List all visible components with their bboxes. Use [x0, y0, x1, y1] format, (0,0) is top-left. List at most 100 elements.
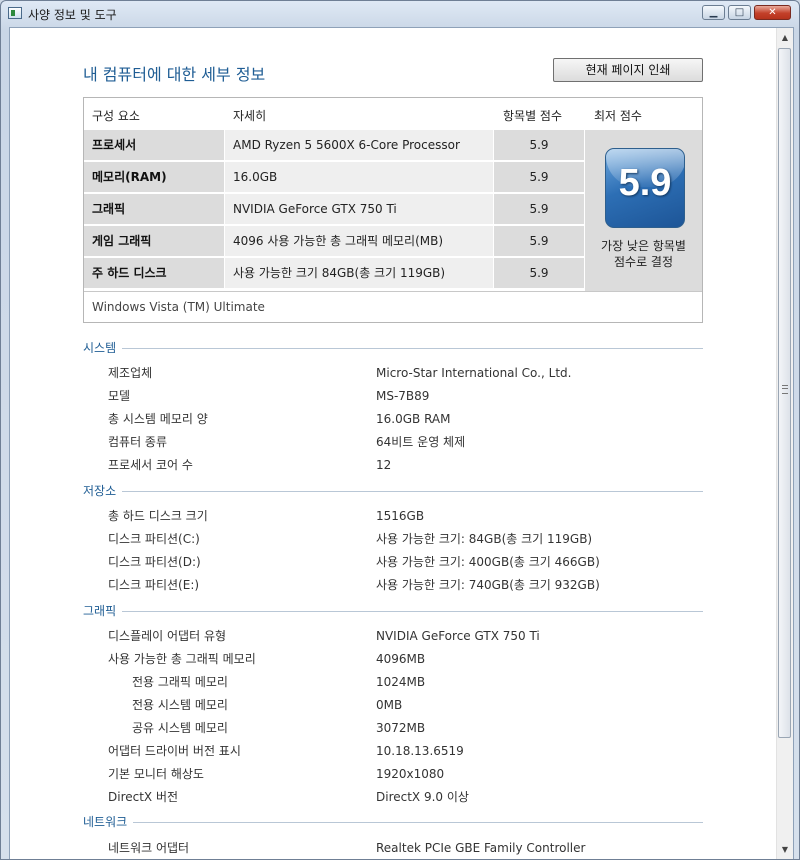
section-header-graphics: 그래픽	[83, 603, 703, 619]
row-component: 메모리(RAM)	[84, 162, 224, 192]
scrollbar-thumb[interactable]	[778, 48, 791, 738]
info-label: 디스플레이 어댑터 유형	[108, 629, 227, 643]
info-row: 컴퓨터 종류 64비트 운영 체제	[108, 433, 708, 451]
row-subscore: 5.9	[494, 194, 584, 224]
info-value: 64비트 운영 체제	[376, 435, 466, 449]
app-icon	[8, 7, 22, 19]
info-label: 모델	[108, 389, 131, 403]
info-label: 사용 가능한 총 그래픽 메모리	[108, 652, 256, 666]
section-header-system: 시스템	[83, 340, 703, 356]
column-header-subscore: 항목별 점수	[503, 109, 563, 123]
page-title: 내 컴퓨터에 대한 세부 정보	[83, 65, 266, 84]
info-row: 디스크 파티션(D:) 사용 가능한 크기: 400GB(총 크기 466GB)	[108, 553, 708, 571]
info-row: 사용 가능한 총 그래픽 메모리 4096MB	[108, 650, 708, 668]
print-page-button[interactable]: 현재 페이지 인쇄	[553, 58, 703, 82]
row-component: 프로세서	[84, 130, 224, 160]
base-score-panel: 5.9 가장 낮은 항목별 점수로 결정	[585, 130, 702, 291]
info-label: 전용 시스템 메모리	[132, 698, 228, 712]
base-score-caption-line1: 가장 낮은 항목별	[601, 239, 686, 253]
score-row: 주 하드 디스크 사용 가능한 크기 84GB(총 크기 119GB) 5.9	[84, 257, 584, 289]
title-bar[interactable]: 사양 정보 및 도구 ▁ □ ✕	[1, 1, 799, 27]
info-value: DirectX 9.0 이상	[376, 790, 469, 804]
info-value: Micro-Star International Co., Ltd.	[376, 366, 572, 380]
minimize-icon: ▁	[709, 7, 718, 18]
client-area: 내 컴퓨터에 대한 세부 정보 현재 페이지 인쇄 구성 요소 자세히 항목별 …	[9, 27, 794, 859]
info-label: 네트워크 어댑터	[108, 841, 190, 855]
info-label: 디스크 파티션(E:)	[108, 578, 200, 592]
column-header-base-score: 최저 점수	[594, 109, 642, 123]
info-row: 어댑터 드라이버 버전 표시 10.18.13.6519	[108, 742, 708, 760]
maximize-icon: □	[734, 7, 745, 18]
info-label: DirectX 버전	[108, 790, 179, 804]
row-details: NVIDIA GeForce GTX 750 Ti	[225, 194, 493, 224]
scroll-down-icon[interactable]: ▼	[778, 842, 792, 858]
info-label: 컴퓨터 종류	[108, 435, 168, 449]
row-subscore: 5.9	[494, 226, 584, 256]
close-button[interactable]: ✕	[754, 5, 791, 20]
info-row: DirectX 버전 DirectX 9.0 이상	[108, 788, 708, 806]
info-label: 프로세서 코어 수	[108, 458, 193, 472]
column-header-details: 자세히	[233, 109, 267, 123]
info-row: 총 하드 디스크 크기 1516GB	[108, 507, 708, 525]
section-title: 네트워크	[83, 814, 134, 830]
info-row: 모델 MS-7B89	[108, 387, 708, 405]
row-details: 16.0GB	[225, 162, 493, 192]
info-row: 공유 시스템 메모리 3072MB	[108, 719, 708, 737]
info-label: 공유 시스템 메모리	[132, 721, 228, 735]
score-row: 프로세서 AMD Ryzen 5 5600X 6-Core Processor …	[84, 129, 584, 161]
info-label: 총 시스템 메모리 양	[108, 412, 208, 426]
row-details: 사용 가능한 크기 84GB(총 크기 119GB)	[225, 258, 493, 288]
row-subscore: 5.9	[494, 258, 584, 288]
info-label: 디스크 파티션(D:)	[108, 555, 201, 569]
row-details: 4096 사용 가능한 총 그래픽 메모리(MB)	[225, 226, 493, 256]
info-row: 디스크 파티션(C:) 사용 가능한 크기: 84GB(총 크기 119GB)	[108, 530, 708, 548]
section-divider	[83, 491, 703, 492]
info-value: 1516GB	[376, 509, 425, 523]
info-value: 1024MB	[376, 675, 426, 689]
base-score-caption: 가장 낮은 항목별 점수로 결정	[585, 238, 702, 270]
info-label: 총 하드 디스크 크기	[108, 509, 208, 523]
score-table: 구성 요소 자세히 항목별 점수 최저 점수 프로세서 AMD Ryzen 5 …	[83, 97, 703, 323]
row-component: 그래픽	[84, 194, 224, 224]
window-title: 사양 정보 및 도구	[28, 8, 117, 22]
info-row: 네트워크 어댑터 Realtek PCIe GBE Family Controll…	[108, 839, 708, 857]
info-value: 사용 가능한 크기: 400GB(총 크기 466GB)	[376, 555, 600, 569]
score-row: 게임 그래픽 4096 사용 가능한 총 그래픽 메모리(MB) 5.9	[84, 225, 584, 257]
section-divider	[83, 822, 703, 823]
info-value: 3072MB	[376, 721, 426, 735]
row-subscore: 5.9	[494, 162, 584, 192]
grip-icon	[782, 385, 788, 394]
info-row: 총 시스템 메모리 양 16.0GB RAM	[108, 410, 708, 428]
section-divider	[83, 348, 703, 349]
row-component: 게임 그래픽	[84, 226, 224, 256]
info-value: 1920x1080	[376, 767, 445, 781]
os-edition: Windows Vista (TM) Ultimate	[84, 291, 702, 322]
score-row: 그래픽 NVIDIA GeForce GTX 750 Ti 5.9	[84, 193, 584, 225]
window: 사양 정보 및 도구 ▁ □ ✕ 내 컴퓨터에 대한 세부 정보 현재 페이지 …	[0, 0, 800, 860]
section-title: 시스템	[83, 340, 123, 356]
score-badge-icon: 5.9	[605, 148, 685, 228]
vertical-scrollbar[interactable]: ▲ ▼	[776, 28, 793, 859]
maximize-button[interactable]: □	[728, 5, 751, 20]
info-value: 0MB	[376, 698, 403, 712]
info-row: 프로세서 코어 수 12	[108, 456, 708, 474]
base-score-value: 5.9	[618, 162, 672, 204]
info-row: 디스크 파티션(E:) 사용 가능한 크기: 740GB(총 크기 932GB)	[108, 576, 708, 594]
info-value: 사용 가능한 크기: 84GB(총 크기 119GB)	[376, 532, 593, 546]
close-icon: ✕	[768, 7, 777, 18]
info-label: 전용 그래픽 메모리	[132, 675, 228, 689]
scroll-up-icon[interactable]: ▲	[778, 30, 792, 46]
info-value: MS-7B89	[376, 389, 430, 403]
score-table-header: 구성 요소 자세히 항목별 점수 최저 점수	[84, 98, 702, 129]
section-header-storage: 저장소	[83, 483, 703, 499]
row-subscore: 5.9	[494, 130, 584, 160]
section-title: 저장소	[83, 483, 123, 499]
info-row: 전용 그래픽 메모리 1024MB	[108, 673, 708, 691]
info-row: 디스플레이 어댑터 유형 NVIDIA GeForce GTX 750 Ti	[108, 627, 708, 645]
info-value: 10.18.13.6519	[376, 744, 464, 758]
info-row: 기본 모니터 해상도 1920x1080	[108, 765, 708, 783]
info-value: 12	[376, 458, 392, 472]
minimize-button[interactable]: ▁	[702, 5, 725, 20]
section-header-network: 네트워크	[83, 814, 703, 830]
info-value: Realtek PCIe GBE Family Controller	[376, 841, 586, 855]
